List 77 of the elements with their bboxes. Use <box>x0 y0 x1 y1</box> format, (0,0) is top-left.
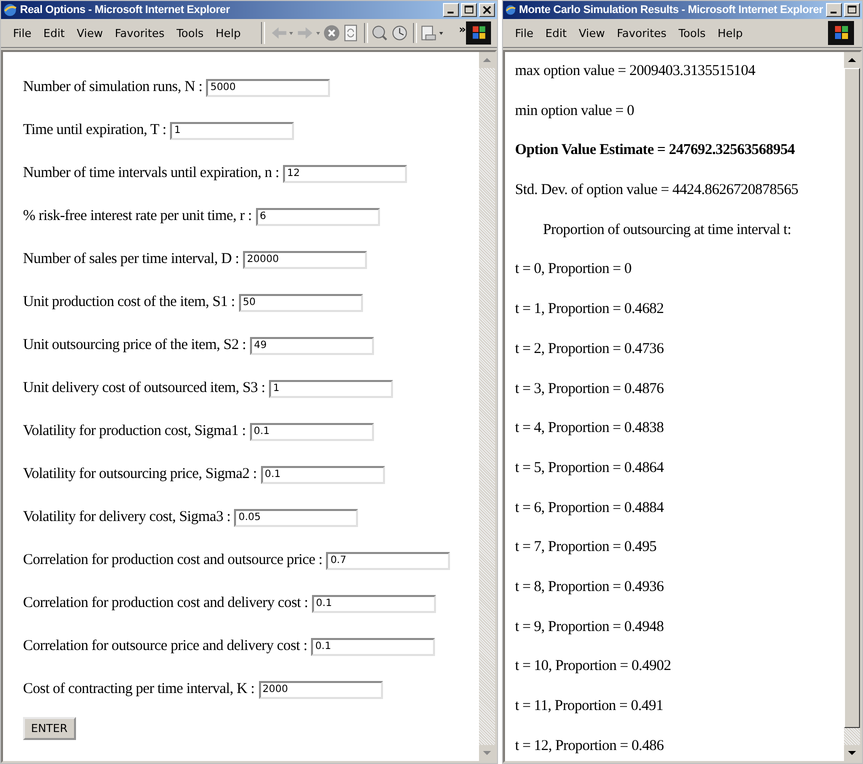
input-field[interactable]: 1 <box>269 380 394 398</box>
result-line: Proportion of outsourcing at time interval t: <box>542 220 792 240</box>
result-line: t = 4, Proportion = 0.4838 <box>515 419 665 438</box>
input-field[interactable]: 49 <box>250 336 374 354</box>
result-line: t = 0, Proportion = 0 <box>515 260 632 280</box>
result-line: t = 9, Proportion = 0.4948 <box>515 618 665 637</box>
menu-item[interactable]: Tools <box>672 26 712 40</box>
input-field[interactable]: 1 <box>170 122 294 140</box>
field-label: Unit production cost of the item, S1 : <box>23 294 235 311</box>
input-field[interactable]: 0.1 <box>311 638 436 656</box>
input-field[interactable]: 0.1 <box>250 422 374 440</box>
input-field[interactable]: 0.05 <box>234 508 358 526</box>
result-line: t = 11, Proportion = 0.491 <box>515 697 664 716</box>
maximize-icon[interactable] <box>461 3 477 17</box>
menu-item[interactable]: Help <box>210 26 247 40</box>
input-field[interactable]: 50 <box>238 294 363 312</box>
menu-item[interactable]: Favorites <box>108 26 171 40</box>
menu-item[interactable]: File <box>7 26 38 40</box>
field-label: % risk-free interest rate per unit time, r : <box>23 208 252 225</box>
field-label: Unit outsourcing price of the item, S2 : <box>23 337 246 354</box>
window-title: Real Options - Microsoft Internet Explorer <box>20 4 231 16</box>
result-line: t = 5, Proportion = 0.4864 <box>515 458 665 478</box>
input-field[interactable]: 20000 <box>243 250 368 268</box>
clock-icon[interactable] <box>390 24 408 42</box>
input-field[interactable]: 12 <box>283 164 408 182</box>
input-field[interactable]: 0.1 <box>260 466 385 484</box>
menu-item[interactable]: Favorites <box>610 26 673 40</box>
result-line: t = 7, Proportion = 0.495 <box>515 538 658 558</box>
search-icon[interactable] <box>371 24 389 42</box>
globe-icon <box>3 3 17 17</box>
input-field[interactable]: 0.7 <box>326 552 450 570</box>
result-line: t = 3, Proportion = 0.4876 <box>515 380 665 398</box>
stop-icon[interactable] <box>322 24 340 42</box>
field-label: Time until expiration, T : <box>23 122 166 139</box>
maximize-icon[interactable] <box>844 3 860 17</box>
result-line: t = 12, Proportion = 0.486 <box>515 736 665 756</box>
field-label: Number of time intervals until expiration, n : <box>23 165 280 182</box>
field-label: Number of sales per time interval, D : <box>23 251 240 268</box>
input-field[interactable]: 6 <box>256 208 380 226</box>
globe-icon <box>505 3 516 17</box>
field-label: Volatility for production cost, Sigma1 : <box>23 423 246 440</box>
input-field[interactable]: 2000 <box>258 680 383 698</box>
field-label: Correlation for production cost and outsource price : <box>23 552 322 569</box>
windows-logo-icon <box>828 21 854 45</box>
field-label: Correlation for production cost and delivery cost : <box>23 595 308 612</box>
close-icon[interactable] <box>479 3 495 17</box>
result-line: t = 6, Proportion = 0.4884 <box>515 498 665 518</box>
enter-button[interactable]: ENTER <box>23 717 76 740</box>
field-label: Volatility for delivery cost, Sigma3 : <box>23 509 230 526</box>
minimize-icon[interactable] <box>826 3 842 17</box>
menu-item[interactable]: Edit <box>539 26 573 40</box>
field-label: Correlation for outsource price and delivery cost : <box>23 638 308 655</box>
field-label: Volatility for outsourcing price, Sigma2 : <box>23 466 257 483</box>
result-line: Std. Dev. of option value = 4424.8626720878565 <box>515 181 800 200</box>
input-field[interactable]: 0.1 <box>312 594 436 612</box>
result-line: t = 2, Proportion = 0.4736 <box>515 340 665 359</box>
menu-item[interactable]: View <box>70 26 109 40</box>
toolbar-overflow[interactable]: » <box>458 23 466 36</box>
menu-item[interactable]: Help <box>712 26 749 40</box>
result-line: min option value = 0 <box>515 102 636 121</box>
result-line: t = 10, Proportion = 0.4902 <box>515 657 672 676</box>
menu-item[interactable]: View <box>572 26 611 40</box>
menu-item[interactable]: Tools <box>170 26 210 40</box>
result-line: t = 8, Proportion = 0.4936 <box>515 578 665 597</box>
minimize-icon[interactable] <box>443 3 459 17</box>
refresh-icon[interactable] <box>342 24 360 42</box>
input-field[interactable]: 5000 <box>206 78 330 96</box>
window-title: Monte Carlo Simulation Results - Microsoft Internet Explorer <box>519 4 823 16</box>
windows-logo-icon <box>466 21 491 45</box>
menu-item[interactable]: Edit <box>37 26 71 40</box>
result-line: t = 1, Proportion = 0.4682 <box>515 300 665 320</box>
result-line: max option value = 2009403.3135515104 <box>515 62 756 81</box>
field-label: Number of simulation runs, N : <box>23 79 202 96</box>
field-label: Cost of contracting per time interval, K : <box>23 681 255 698</box>
result-line: Option Value Estimate = 247692.32563568954 <box>515 141 796 160</box>
menu-item[interactable]: File <box>509 26 540 40</box>
field-label: Unit delivery cost of outsourced item, S3 : <box>23 380 266 397</box>
